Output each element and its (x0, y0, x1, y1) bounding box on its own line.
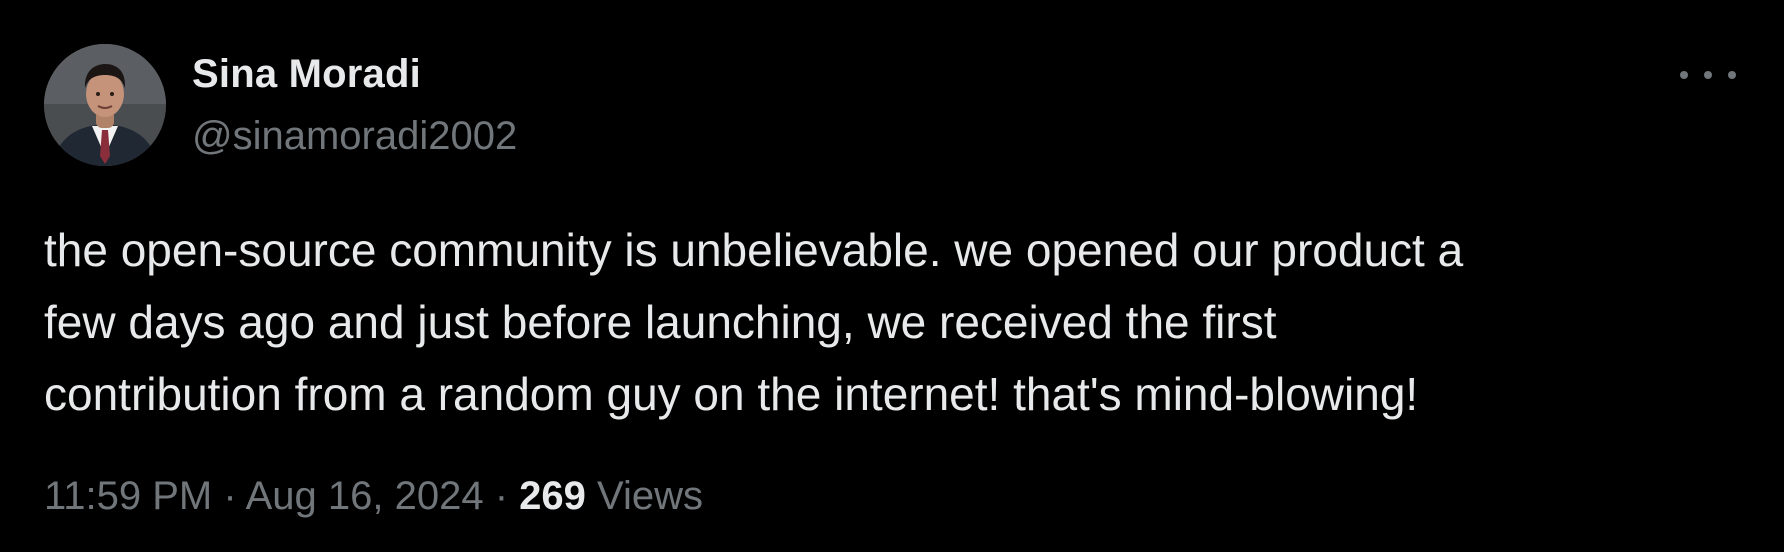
author-names: Sina Moradi @sinamoradi2002 (192, 50, 517, 160)
tweet-card: Sina Moradi @sinamoradi2002 the open-sou… (0, 0, 1784, 552)
avatar-image (44, 44, 166, 166)
tweet-time[interactable]: 11:59 PM (44, 474, 212, 518)
meta-separator: · (483, 474, 520, 518)
tweet-meta: 11:59 PM · Aug 16, 2024 · 269 Views (44, 472, 703, 520)
views-label: Views (585, 474, 703, 518)
views-count: 269 (519, 474, 586, 518)
more-dot (1680, 71, 1688, 79)
author-handle[interactable]: @sinamoradi2002 (192, 112, 517, 160)
tweet-header: Sina Moradi @sinamoradi2002 (44, 44, 517, 166)
tweet-text: the open-source community is unbelievabl… (44, 224, 1464, 420)
author-display-name[interactable]: Sina Moradi (192, 50, 517, 98)
tweet-date[interactable]: Aug 16, 2024 (246, 474, 484, 518)
avatar[interactable] (44, 44, 166, 166)
more-dot (1728, 71, 1736, 79)
meta-separator: · (212, 474, 246, 518)
more-horizontal-icon[interactable] (1680, 60, 1736, 90)
more-dot (1704, 71, 1712, 79)
